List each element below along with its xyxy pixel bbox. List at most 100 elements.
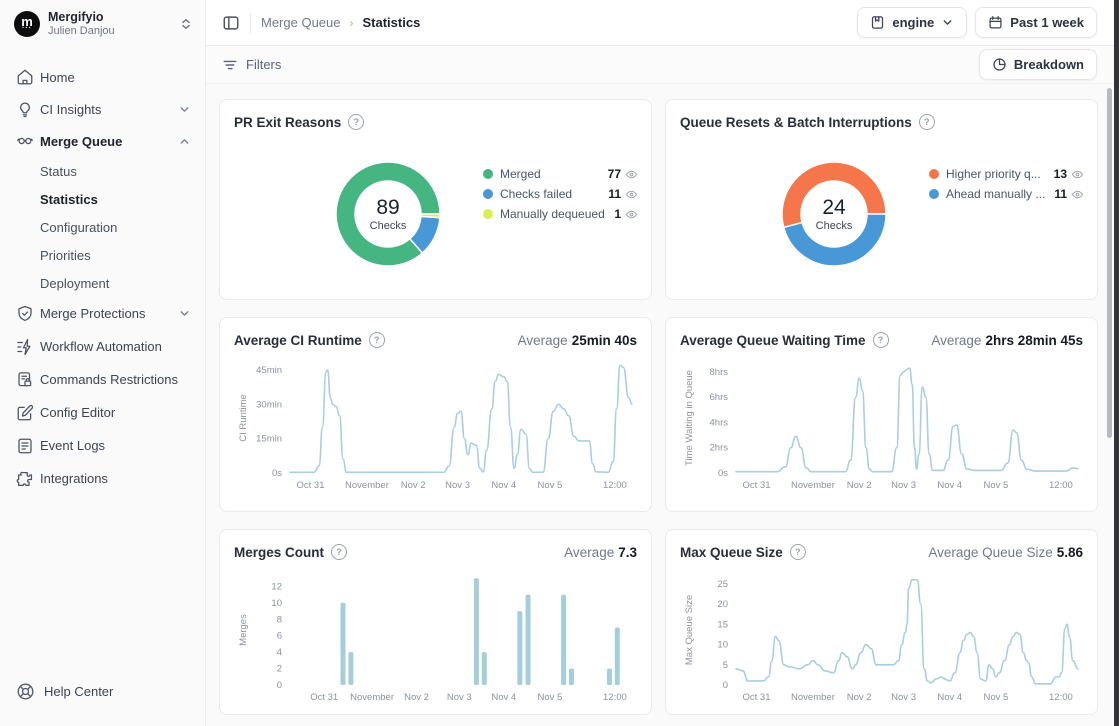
card-pr-exit-reasons: PR Exit Reasons 89 Checks Merged77C (219, 99, 652, 300)
svg-text:0s: 0s (718, 468, 728, 479)
filter-bar: Filters Breakdown (206, 46, 1119, 84)
help-icon[interactable] (331, 544, 347, 560)
svg-text:Nov 3: Nov 3 (891, 692, 916, 703)
sidebar-item-label: Event Logs (40, 438, 105, 453)
legend-item[interactable]: Checks failed11 (483, 184, 637, 204)
chart-legend: Higher priority q...13Ahead manually ...… (929, 164, 1083, 204)
help-icon[interactable] (348, 114, 364, 130)
sidebar-item-label: CI Insights (40, 102, 101, 117)
breakdown-button[interactable]: Breakdown (979, 49, 1097, 80)
help-icon[interactable] (790, 544, 806, 560)
topbar: Merge Queue › Statistics engine Past 1 w… (206, 0, 1119, 46)
org-switcher[interactable]: m Mergifyio Julien Danjou (0, 0, 205, 45)
svg-text:0: 0 (723, 680, 728, 691)
zap-icon (16, 338, 34, 356)
breadcrumb-merge-queue[interactable]: Merge Queue (261, 15, 341, 30)
legend-label: Checks failed (500, 187, 602, 201)
pie-chart-icon (992, 57, 1007, 72)
svg-text:Nov 5: Nov 5 (984, 480, 1009, 491)
sidebar-item-event-logs[interactable]: Event Logs (0, 429, 205, 462)
repo-icon (870, 15, 885, 30)
filter-icon (222, 57, 238, 73)
line-chart[interactable]: 0s2hrs4hrs6hrs8hrsOct 31NovemberNov 2Nov… (680, 354, 1085, 506)
line-chart[interactable]: 0510152025Oct 31NovemberNov 2Nov 3Nov 4N… (680, 566, 1085, 718)
filters-button[interactable]: Filters (222, 57, 281, 73)
series-line (290, 365, 632, 472)
sidebar-item-label: Merge Queue (40, 134, 122, 149)
series-line (736, 368, 1078, 472)
sidebar-toggle-icon[interactable] (222, 14, 240, 32)
svg-text:45min: 45min (256, 365, 282, 376)
legend-item[interactable]: Ahead manually ...11 (929, 184, 1083, 204)
legend-item[interactable]: Higher priority q...13 (929, 164, 1083, 184)
visibility-icon[interactable] (1072, 189, 1083, 200)
sidebar-item-deployment[interactable]: Deployment (0, 269, 205, 297)
shield-check-icon (16, 305, 34, 323)
main-area: Merge Queue › Statistics engine Past 1 w… (206, 0, 1119, 726)
visibility-icon[interactable] (1072, 169, 1083, 180)
org-name: Mergifyio (48, 10, 171, 24)
sidebar-item-label: Merge Protections (40, 306, 146, 321)
bar-chart[interactable]: 024681012Oct 31NovemberNov 2Nov 3Nov 4No… (234, 566, 639, 718)
legend-color-dot (483, 169, 493, 179)
sidebar-item-label: Status (40, 164, 77, 179)
card-max-queue-size: Max Queue Size Average Queue Size5.86 05… (665, 529, 1098, 715)
sidebar-item-statistics[interactable]: Statistics (0, 185, 205, 213)
visibility-icon[interactable] (626, 189, 637, 200)
svg-text:November: November (350, 692, 394, 703)
sidebar-item-label: Workflow Automation (40, 339, 162, 354)
svg-text:8hrs: 8hrs (710, 367, 729, 378)
puzzle-icon (16, 470, 34, 488)
help-center-link[interactable]: Help Center (0, 675, 205, 708)
donut-chart[interactable]: 24 Checks (764, 144, 904, 284)
svg-text:5: 5 (723, 660, 728, 671)
legend-color-dot (483, 189, 493, 199)
donut-chart[interactable]: 89 Checks (318, 144, 458, 284)
sidebar-item-merge-protections[interactable]: Merge Protections (0, 297, 205, 330)
svg-text:12:00: 12:00 (603, 480, 627, 491)
svg-text:Nov 3: Nov 3 (445, 480, 470, 491)
legend-item[interactable]: Manually dequeued1 (483, 204, 637, 224)
help-icon[interactable] (873, 332, 889, 348)
svg-text:Nov 5: Nov 5 (984, 692, 1009, 703)
divider (250, 13, 251, 33)
legend-value: 77 (608, 167, 621, 181)
sidebar-item-ci-insights[interactable]: CI Insights (0, 93, 205, 125)
help-icon[interactable] (919, 114, 935, 130)
sidebar-item-status[interactable]: Status (0, 157, 205, 185)
line-chart[interactable]: 0s15min30min45minOct 31NovemberNov 2Nov … (234, 354, 639, 506)
sidebar-item-merge-queue[interactable]: Merge Queue (0, 125, 205, 157)
svg-text:Nov 2: Nov 2 (401, 480, 426, 491)
repo-selector-button[interactable]: engine (857, 7, 967, 38)
scrollbar[interactable] (1107, 88, 1112, 438)
sidebar-item-priorities[interactable]: Priorities (0, 241, 205, 269)
org-user: Julien Danjou (48, 25, 171, 37)
sidebar-item-label: Home (40, 70, 75, 85)
svg-text:4hrs: 4hrs (710, 417, 729, 428)
visibility-icon[interactable] (626, 169, 637, 180)
dashboard-content: PR Exit Reasons 89 Checks Merged77C (206, 84, 1119, 726)
sidebar-item-integrations[interactable]: Integrations (0, 462, 205, 495)
visibility-icon[interactable] (626, 209, 637, 220)
chevron-down-icon (178, 307, 191, 320)
legend-color-dot (929, 169, 939, 179)
sidebar-item-label: Commands Restrictions (40, 372, 178, 387)
mergify-logo-icon: m (14, 11, 40, 37)
org-names: Mergifyio Julien Danjou (48, 10, 171, 37)
svg-text:Nov 2: Nov 2 (404, 692, 429, 703)
sidebar-item-commands-restrictions[interactable]: Commands Restrictions (0, 363, 205, 396)
unfold-icon (179, 17, 193, 31)
sidebar-item-workflow-automation[interactable]: Workflow Automation (0, 330, 205, 363)
svg-text:0s: 0s (272, 468, 282, 479)
file-lock-icon (16, 371, 34, 389)
legend-item[interactable]: Merged77 (483, 164, 637, 184)
help-icon[interactable] (369, 332, 385, 348)
sidebar-item-configuration[interactable]: Configuration (0, 213, 205, 241)
svg-text:Oct 31: Oct 31 (743, 480, 771, 491)
time-range-label: Past 1 week (1010, 15, 1084, 30)
sidebar-item-config-editor[interactable]: Config Editor (0, 396, 205, 429)
legend-label: Ahead manually ... (946, 187, 1048, 201)
sidebar-item-home[interactable]: Home (0, 61, 205, 93)
time-range-button[interactable]: Past 1 week (975, 7, 1097, 38)
sidebar: m Mergifyio Julien Danjou Home CI Insigh… (0, 0, 206, 726)
